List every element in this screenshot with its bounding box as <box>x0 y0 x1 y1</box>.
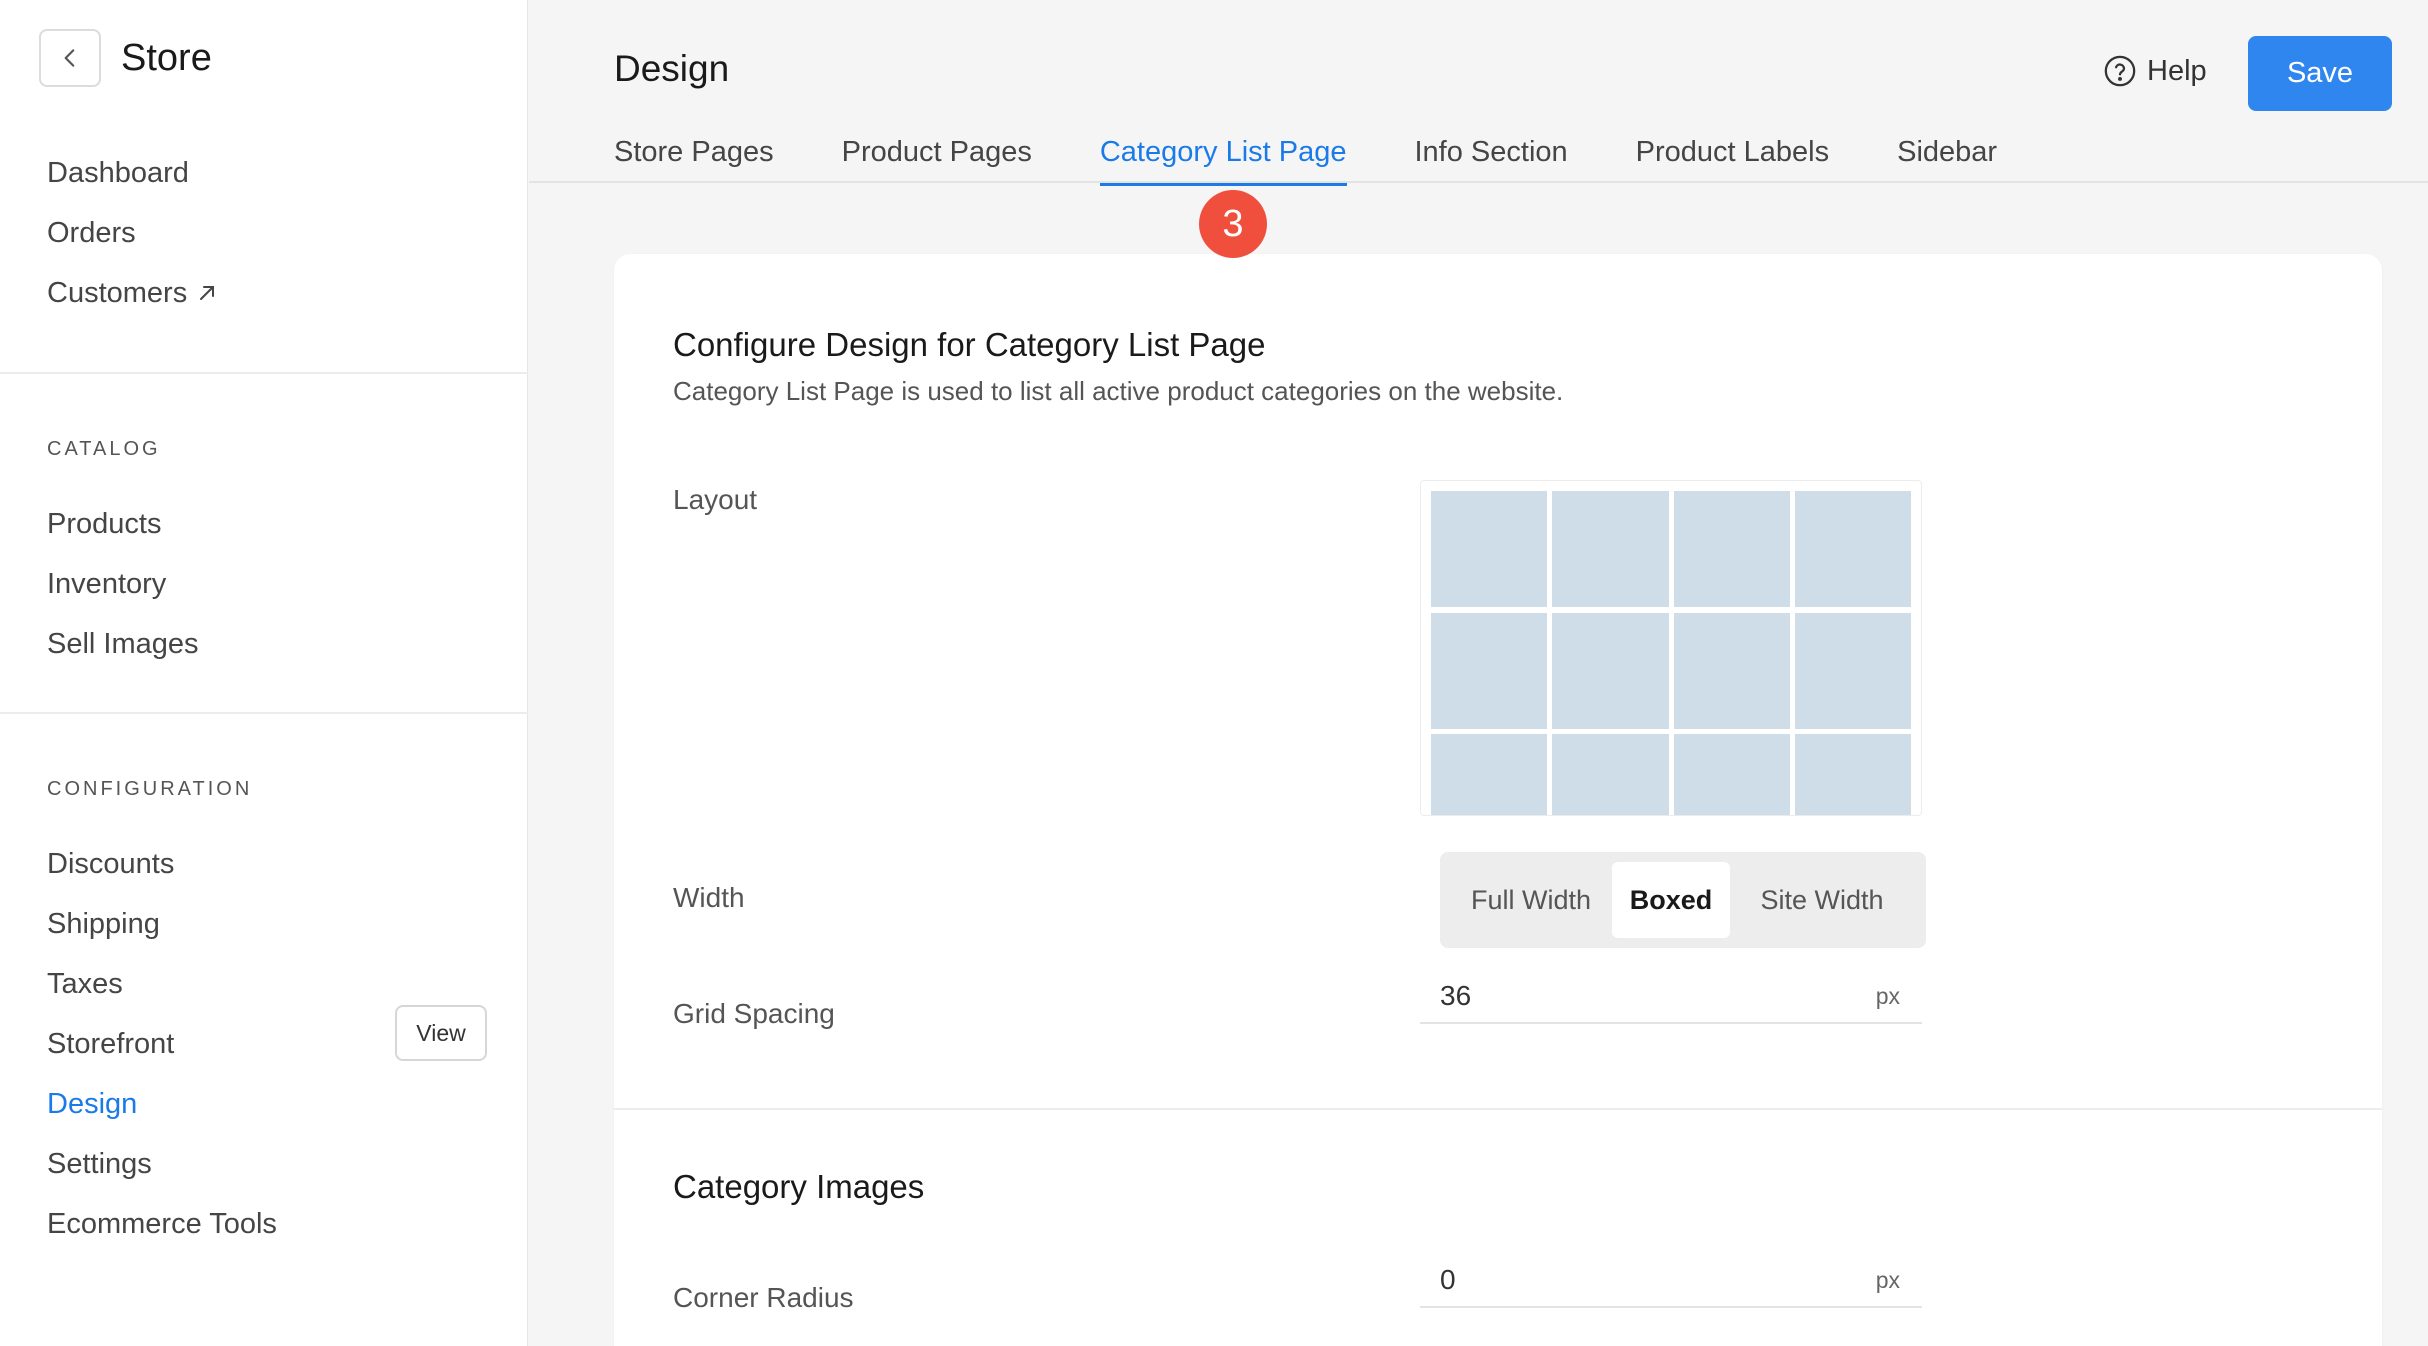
sidebar-catalog-section: CATALOG Products Inventory Sell Images <box>47 429 199 674</box>
sidebar-item-label: Orders <box>47 216 136 249</box>
corner-radius-input[interactable]: 0 px <box>1420 1254 1922 1308</box>
external-link-arrow-icon <box>200 286 215 300</box>
sidebar-item-ecommerce-tools[interactable]: Ecommerce Tools <box>47 1194 277 1254</box>
sidebar-title: Store <box>121 36 212 79</box>
layout-grid-cell <box>1794 612 1911 729</box>
sidebar-header: Store <box>39 27 212 89</box>
width-option-boxed[interactable]: Boxed <box>1612 862 1730 938</box>
page-title: Design <box>614 48 730 89</box>
width-option-site-width[interactable]: Site Width <box>1730 862 1914 938</box>
sidebar-item-orders[interactable]: Orders <box>47 203 217 263</box>
corner-radius-label: Corner Radius <box>673 1282 854 1313</box>
tab-product-labels[interactable]: Product Labels <box>1636 136 1829 182</box>
sidebar-item-settings[interactable]: Settings <box>47 1134 277 1194</box>
sidebar-configuration-section: CONFIGURATION Discounts Shipping Taxes S… <box>47 769 277 1254</box>
layout-grid-cell <box>1794 491 1911 607</box>
width-option-full-width[interactable]: Full Width <box>1450 862 1612 938</box>
sidebar-item-storefront[interactable]: Storefront <box>47 1014 277 1074</box>
width-label: Width <box>673 882 745 913</box>
sidebar-item-taxes[interactable]: Taxes <box>47 954 277 1014</box>
layout-grid-cell <box>1431 734 1548 815</box>
storefront-view-button[interactable]: View <box>395 1005 487 1061</box>
tabs-divider <box>529 181 2428 183</box>
tab-product-pages[interactable]: Product Pages <box>842 136 1032 182</box>
card-section-divider <box>614 1108 2382 1110</box>
layout-grid-cell <box>1552 612 1669 729</box>
sidebar-item-label: Settings <box>47 1147 152 1180</box>
layout-grid <box>1431 491 1911 815</box>
layout-grid-cell <box>1673 734 1790 815</box>
help-link[interactable]: Help <box>2103 54 2207 88</box>
sidebar-top-nav: Dashboard Orders Customers <box>47 143 217 323</box>
sidebar-item-sell-images[interactable]: Sell Images <box>47 614 199 674</box>
grid-spacing-value: 36 <box>1440 980 1472 1011</box>
sidebar-item-label: Discounts <box>47 847 175 880</box>
grid-spacing-label: Grid Spacing <box>673 998 835 1029</box>
help-label: Help <box>2147 54 2207 87</box>
sidebar-divider <box>0 712 528 714</box>
layout-preview[interactable] <box>1420 480 1922 816</box>
card-title: Configure Design for Category List Page <box>673 326 1266 363</box>
corner-radius-value: 0 <box>1440 1264 1456 1295</box>
sidebar-item-products[interactable]: Products <box>47 494 199 554</box>
sidebar-item-design[interactable]: Design <box>47 1074 277 1134</box>
help-circle-icon <box>2104 55 2136 87</box>
sidebar-item-inventory[interactable]: Inventory <box>47 554 199 614</box>
layout-grid-cell <box>1552 491 1669 607</box>
category-images-title: Category Images <box>673 1168 925 1205</box>
sidebar-item-shipping[interactable]: Shipping <box>47 894 277 954</box>
grid-spacing-unit: px <box>1875 982 1900 1009</box>
sidebar-item-label: Taxes <box>47 967 123 1000</box>
back-button[interactable] <box>39 29 101 87</box>
sidebar-item-label: Inventory <box>47 567 167 600</box>
layout-grid-cell <box>1431 491 1548 607</box>
sidebar-item-label: Ecommerce Tools <box>47 1207 277 1240</box>
chevron-left-icon <box>64 49 75 67</box>
layout-label: Layout <box>673 484 758 515</box>
sidebar-item-label: Dashboard <box>47 156 189 189</box>
corner-radius-unit: px <box>1875 1266 1900 1293</box>
sidebar-item-dashboard[interactable]: Dashboard <box>47 143 217 203</box>
sidebar-divider <box>0 372 528 374</box>
layout-grid-cell <box>1673 612 1790 729</box>
grid-spacing-input[interactable]: 36 px <box>1420 970 1922 1024</box>
sidebar-item-label: Design <box>47 1087 138 1120</box>
sidebar-item-label: Shipping <box>47 907 160 940</box>
tab-sidebar[interactable]: Sidebar <box>1897 136 1997 182</box>
sidebar-item-label: Customers <box>47 276 188 309</box>
layout-grid-cell <box>1673 491 1790 607</box>
sidebar: Store Dashboard Orders Customers CATALOG… <box>0 0 528 1346</box>
save-button[interactable]: Save <box>2248 36 2392 111</box>
step-number-badge: 3 <box>1199 190 1267 258</box>
sidebar-item-customers[interactable]: Customers <box>47 263 217 323</box>
width-segmented-control: Full Width Boxed Site Width <box>1440 852 1926 948</box>
settings-card: Configure Design for Category List Page … <box>614 254 2382 1346</box>
layout-grid-cell <box>1431 612 1548 729</box>
sidebar-item-label: Sell Images <box>47 627 199 660</box>
sidebar-item-discounts[interactable]: Discounts <box>47 834 277 894</box>
card-description: Category List Page is used to list all a… <box>673 376 1564 406</box>
layout-grid-cell <box>1794 734 1911 815</box>
section-label-configuration: CONFIGURATION <box>47 777 253 800</box>
sidebar-item-label: Storefront <box>47 1027 175 1060</box>
sidebar-item-label: Products <box>47 507 162 540</box>
layout-grid-cell <box>1552 734 1669 815</box>
tab-category-list-page[interactable]: Category List Page <box>1099 136 1347 186</box>
design-tabs: Store Pages Product Pages Category List … <box>614 136 2065 186</box>
tab-store-pages[interactable]: Store Pages <box>614 136 774 182</box>
tab-info-section[interactable]: Info Section <box>1415 136 1568 182</box>
section-label-catalog: CATALOG <box>47 437 161 460</box>
